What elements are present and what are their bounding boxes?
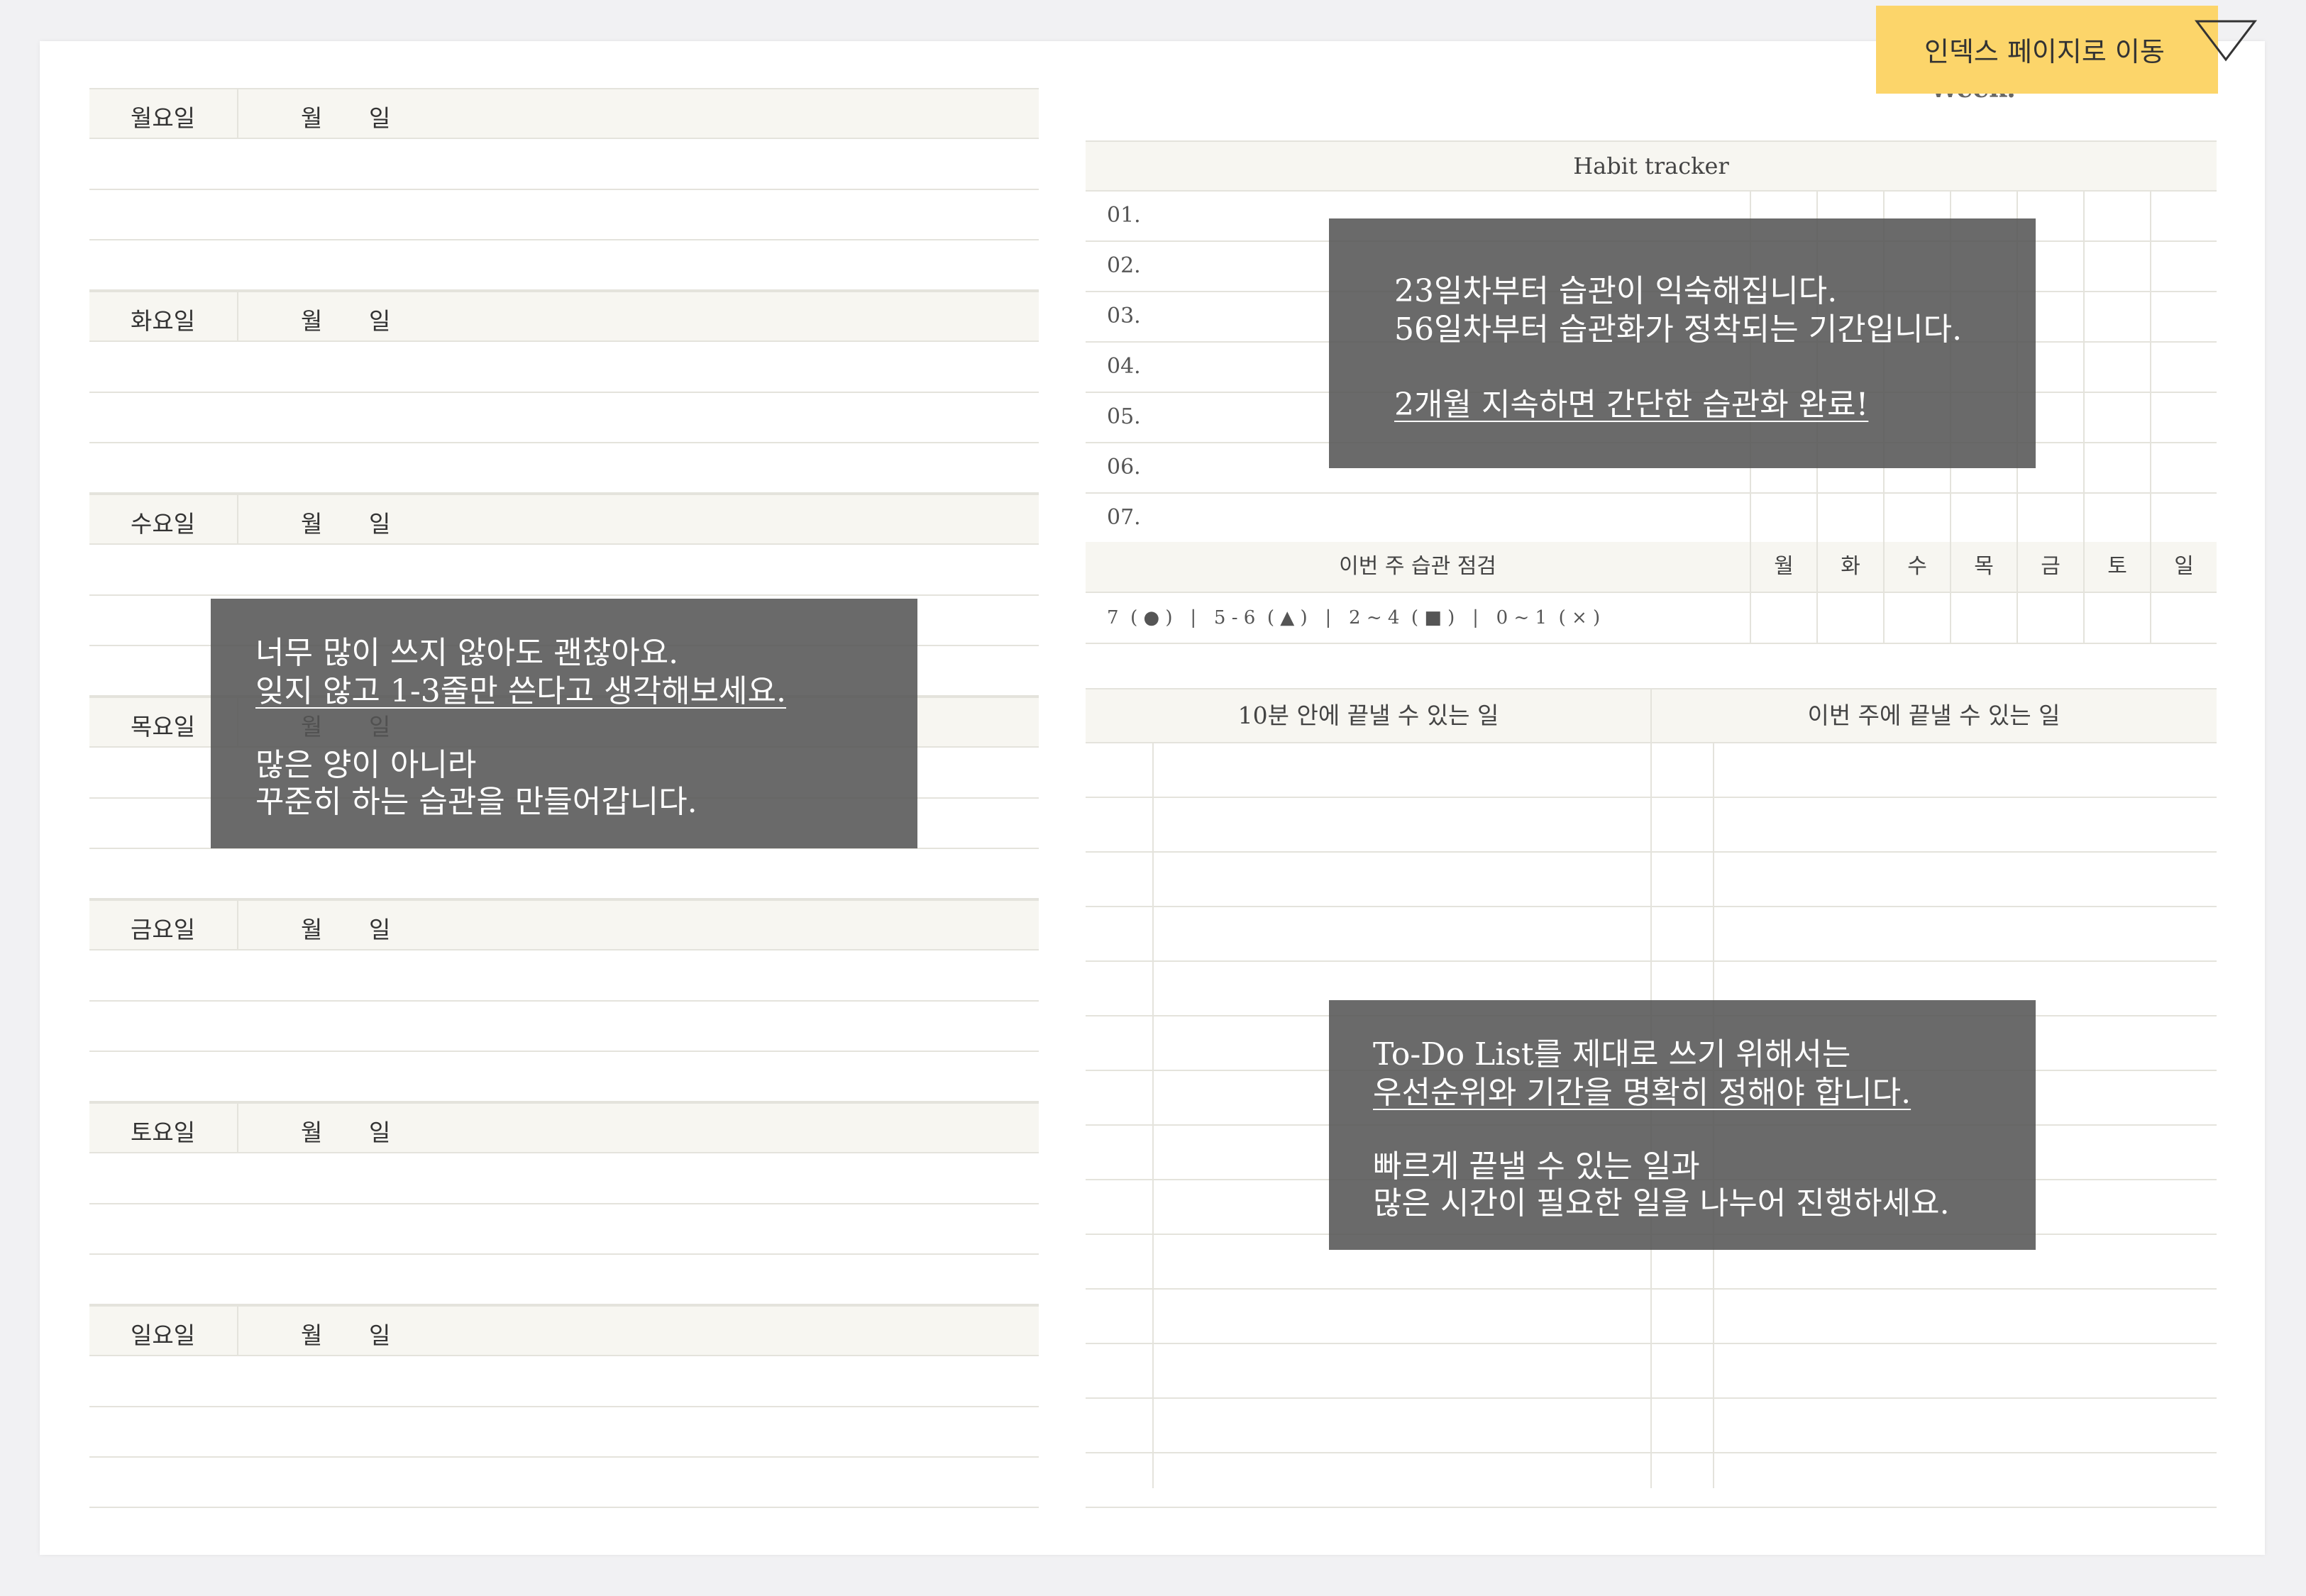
day-name: 목요일	[131, 713, 196, 741]
divider	[237, 292, 238, 342]
day-block-monday: 월요일 월 일	[89, 88, 1039, 291]
writing-line[interactable]	[89, 1203, 1039, 1204]
weekday-label: 토	[2107, 554, 2127, 579]
divider	[237, 495, 238, 545]
day-name: 화요일	[131, 307, 196, 335]
todo-line[interactable]	[1086, 1288, 2217, 1290]
writing-line[interactable]	[89, 189, 1039, 190]
writing-line[interactable]	[89, 1253, 1039, 1255]
habit-tip-overlay: 23일차부터 습관이 익숙해집니다. 56일차부터 습관화가 정착되는 기간입니…	[1329, 218, 2036, 468]
date-label: 일	[369, 916, 391, 943]
date-label: 일	[369, 510, 391, 538]
todo-line[interactable]	[1086, 851, 2217, 853]
todo-col-quick: 10분 안에 끝낼 수 있는 일	[1237, 702, 1499, 729]
tip-text: 많은 시간이 필요한 일을 나누어 진행하세요.	[1373, 1185, 1950, 1221]
writing-line[interactable]	[89, 442, 1039, 443]
divider	[237, 1104, 238, 1153]
divider	[237, 1307, 238, 1356]
todo-line[interactable]	[1086, 797, 2217, 798]
day-header: 월요일 월 일	[89, 88, 1039, 139]
todo-header: 10분 안에 끝낼 수 있는 일 이번 주에 끝낼 수 있는 일	[1086, 688, 2217, 743]
writing-line[interactable]	[89, 1456, 1039, 1458]
habit-number: 02.	[1107, 253, 1141, 278]
habit-number: 05.	[1107, 404, 1141, 429]
tip-text-emphasis: 잊지 않고 1-3줄만 쓴다고 생각해보세요.	[255, 673, 786, 709]
writing-line[interactable]	[89, 392, 1039, 393]
habit-tracker-title: Habit tracker	[1086, 140, 2217, 192]
day-name: 금요일	[131, 916, 196, 943]
index-page-button[interactable]: 인덱스 페이지로 이동	[1876, 6, 2218, 94]
day-block-sunday: 일요일 월 일	[89, 1305, 1039, 1508]
date-label: 일	[369, 1321, 391, 1349]
tip-text-emphasis: 우선순위와 기간을 명확히 정해야 합니다.	[1373, 1075, 1911, 1111]
writing-line[interactable]	[89, 1406, 1039, 1407]
month-label: 월	[301, 1119, 323, 1146]
month-label: 월	[301, 1321, 323, 1349]
divider	[237, 89, 238, 139]
daily-tip-overlay: 너무 많이 쓰지 않아도 괜찮아요. 잊지 않고 1-3줄만 쓴다고 생각해보세…	[211, 599, 917, 848]
checkbox-column-line	[1152, 743, 1154, 1488]
writing-line[interactable]	[89, 1507, 1039, 1508]
tip-text: 56일차부터 습관화가 정착되는 기간입니다.	[1394, 311, 1963, 348]
month-label: 월	[301, 307, 323, 335]
habit-number: 06.	[1107, 455, 1141, 480]
todo-line[interactable]	[1086, 1452, 2217, 1453]
day-header: 화요일 월 일	[89, 291, 1039, 342]
triangle-down-icon[interactable]	[2194, 18, 2258, 64]
habit-legend-row: 7 ( ● ) | 5 - 6 ( ▲ ) | 2 ~ 4 ( ■ ) | 0 …	[1086, 593, 2217, 644]
writing-line[interactable]	[89, 1000, 1039, 1002]
day-block-tuesday: 화요일 월 일	[89, 291, 1039, 494]
day-name: 일요일	[131, 1321, 196, 1349]
todo-col-week: 이번 주에 끝낼 수 있는 일	[1807, 702, 2060, 729]
weekday-label: 월	[1774, 554, 1794, 579]
writing-line[interactable]	[89, 239, 1039, 240]
grid-line	[2083, 192, 2085, 644]
index-button-label: 인덱스 페이지로 이동	[1924, 36, 2165, 67]
todo-line[interactable]	[1086, 1397, 2217, 1399]
writing-line[interactable]	[89, 1051, 1039, 1052]
todo-line[interactable]	[1086, 1507, 2217, 1508]
day-block-friday: 금요일 월 일	[89, 899, 1039, 1102]
habit-number: 01.	[1107, 203, 1141, 228]
habit-row[interactable]: 07.	[1086, 494, 2217, 544]
tip-text-emphasis: 2개월 지속하면 간단한 습관화 완료!	[1394, 387, 1869, 423]
month-label: 월	[301, 510, 323, 538]
date-label: 일	[369, 307, 391, 335]
tip-text: 꾸준히 하는 습관을 만들어갑니다.	[255, 784, 697, 820]
weekday-label: 목	[1974, 554, 1994, 579]
divider	[237, 901, 238, 951]
day-name: 월요일	[131, 104, 196, 132]
day-header: 금요일 월 일	[89, 899, 1039, 951]
todo-line[interactable]	[1086, 960, 2217, 962]
todo-line[interactable]	[1086, 906, 2217, 907]
day-name: 수요일	[131, 510, 196, 538]
weekday-label: 화	[1841, 554, 1860, 579]
day-header: 수요일 월 일	[89, 494, 1039, 545]
todo-tip-overlay: To-Do List를 제대로 쓰기 위해서는 우선순위와 기간을 명확히 정해…	[1329, 1000, 2036, 1250]
day-header: 토요일 월 일	[89, 1102, 1039, 1153]
habit-legend: 7 ( ● ) | 5 - 6 ( ▲ ) | 2 ~ 4 ( ■ ) | 0 …	[1107, 607, 1601, 628]
todo-line[interactable]	[1086, 1343, 2217, 1344]
date-label: 일	[369, 1119, 391, 1146]
date-label: 일	[369, 104, 391, 132]
weekday-label: 일	[2174, 554, 2194, 579]
day-name: 토요일	[131, 1119, 196, 1146]
weekly-check-title: 이번 주 습관 점검	[1339, 554, 1496, 579]
writing-line[interactable]	[89, 594, 1039, 596]
habit-number: 04.	[1107, 354, 1141, 379]
divider	[1650, 689, 1652, 742]
grid-line	[2150, 192, 2151, 644]
month-label: 월	[301, 916, 323, 943]
weekly-check-row: 이번 주 습관 점검 월 화 수 목 금 토 일	[1086, 542, 2217, 593]
weekday-label: 수	[1907, 554, 1927, 579]
day-header: 일요일 월 일	[89, 1305, 1039, 1356]
habit-number: 07.	[1107, 505, 1141, 530]
habit-number: 03.	[1107, 304, 1141, 328]
weekday-label: 금	[2041, 554, 2060, 579]
month-label: 월	[301, 104, 323, 132]
day-block-saturday: 토요일 월 일	[89, 1102, 1039, 1305]
